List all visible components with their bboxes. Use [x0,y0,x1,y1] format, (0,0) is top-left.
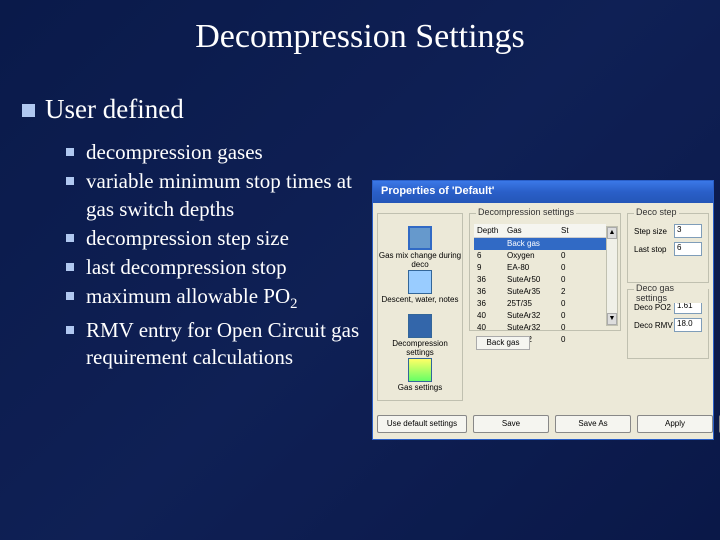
dialog-button-row: Use default settings Save Save As Apply … [377,415,720,433]
laststop-input[interactable]: 6 [674,242,702,256]
stepsize-input[interactable]: 3 [674,224,702,238]
use-default-button[interactable]: Use default settings [377,415,467,433]
main-bullet-text: User defined [45,94,184,125]
sub-bullet-item: decompression gases [66,139,720,166]
gasmix-icon [408,226,432,250]
sub-bullet-text: variable minimum stop times at gas switc… [86,168,376,223]
stepsize-label: Step size [634,227,667,236]
sub-bullet-text: decompression step size [86,225,289,252]
bullet-small-icon [66,326,74,334]
bullet-square-icon [22,104,35,117]
table-row[interactable]: 3625T/350 [474,298,606,310]
category-item[interactable]: Gas settings [378,354,462,398]
save-button[interactable]: Save [473,415,549,433]
bullet-small-icon [66,292,74,300]
bullet-small-icon [66,148,74,156]
rmv-input[interactable]: 18.0 [674,318,702,332]
table-header: Depth Gas St [474,224,606,238]
descent-icon [408,270,432,294]
category-label: Descent, water, notes [378,295,462,304]
bullet-small-icon [66,234,74,242]
category-icon-list: Gas mix change during deco Descent, wate… [377,213,463,401]
col-depth[interactable]: Depth [474,226,504,235]
category-label: Gas settings [378,383,462,392]
table-row[interactable]: 6Oxygen0 [474,250,606,262]
groupbox-label: Deco step [634,207,679,217]
category-item[interactable]: Gas mix change during deco [378,222,462,266]
slide-title: Decompression Settings [0,0,720,56]
scroll-up-icon[interactable]: ▲ [607,227,617,239]
table-body[interactable]: Back gas6Oxygen09EA-80036SuteAr50036Sute… [474,238,606,346]
table-row[interactable]: 40SuteAr320 [474,310,606,322]
table-row[interactable]: 36SuteAr352 [474,286,606,298]
bullet-small-icon [66,177,74,185]
laststop-label: Last stop [634,245,666,254]
table-scrollbar[interactable]: ▲ ▼ [606,226,618,326]
col-st[interactable]: St [558,226,578,235]
gassettings-icon [408,358,432,382]
category-item[interactable]: Decompression settings [378,310,462,354]
groupbox-label: Decompression settings [476,207,576,217]
sub-bullet-text: RMV entry for Open Circuit gas requireme… [86,317,376,372]
table-row[interactable]: 40SuteAr320 [474,322,606,334]
sub-bullet-text: decompression gases [86,139,263,166]
saveas-button[interactable]: Save As [555,415,631,433]
table-row[interactable]: 9EA-800 [474,262,606,274]
table-row[interactable]: 36SuteAr500 [474,274,606,286]
backgas-button[interactable]: Back gas [476,336,530,350]
apply-button[interactable]: Apply [637,415,713,433]
bullet-small-icon [66,263,74,271]
col-gas[interactable]: Gas [504,226,558,235]
sub-bullet-text: maximum allowable PO2 [86,283,297,314]
gasmix-table-group: Decompression settings Depth Gas St Back… [469,213,621,331]
properties-dialog: Properties of 'Default' Gas mix change d… [372,180,714,440]
rmv-label: Deco RMV [634,321,673,330]
scroll-down-icon[interactable]: ▼ [607,313,617,325]
decompression-icon [408,314,432,338]
groupbox-label: Deco gas settings [634,283,708,303]
decostep-group: Deco step Step size 3 Last stop 6 [627,213,709,283]
gassettings-group: Deco gas settings Deco PO2 1.61 Deco RMV… [627,289,709,359]
dialog-body: Gas mix change during deco Descent, wate… [373,203,713,439]
sub-bullet-text: last decompression stop [86,254,287,281]
main-bullet: User defined [22,94,720,125]
po2-label: Deco PO2 [634,303,671,312]
category-item[interactable]: Descent, water, notes [378,266,462,310]
dialog-titlebar[interactable]: Properties of 'Default' [373,181,713,203]
table-row[interactable]: Back gas [474,238,606,250]
